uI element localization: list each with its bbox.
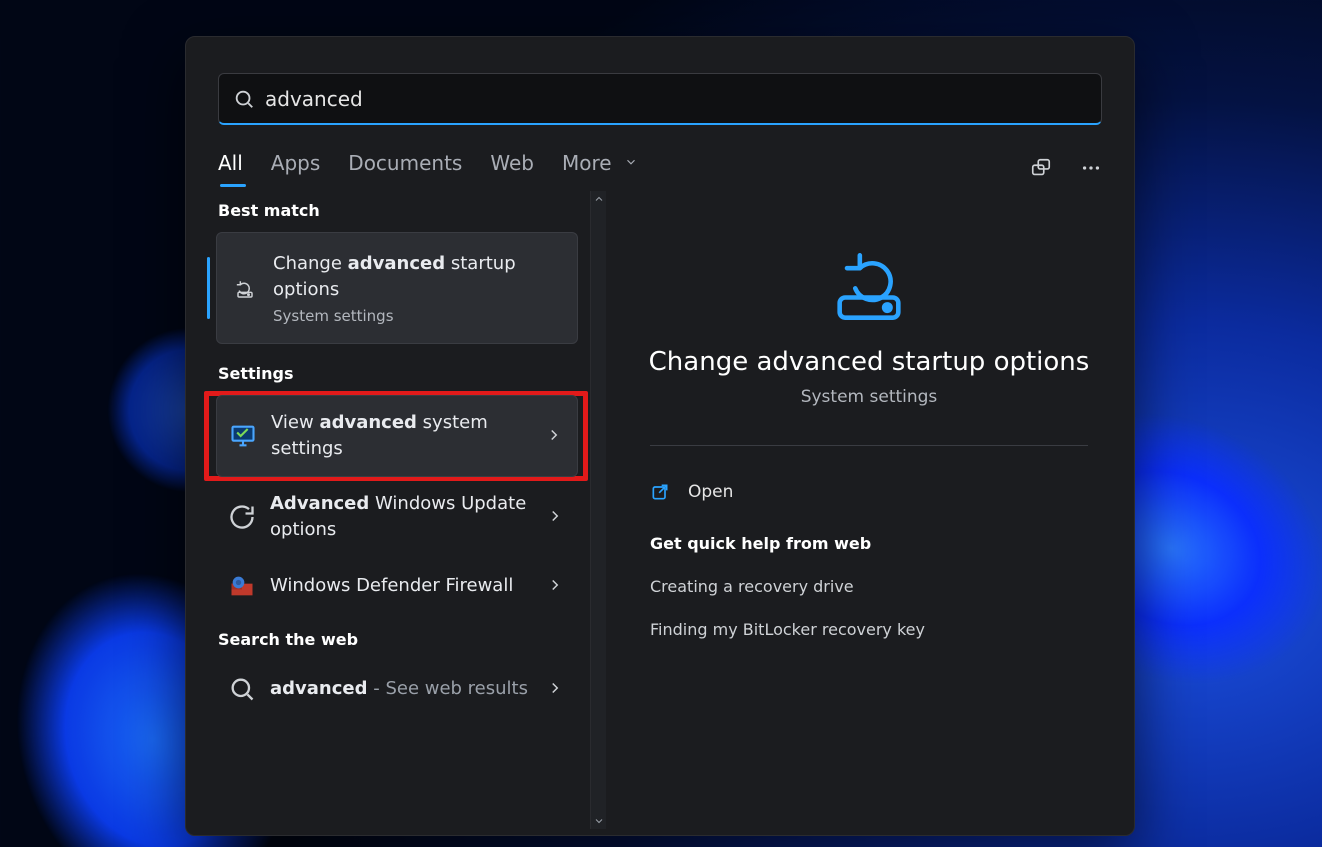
result-windows-defender-firewall[interactable]: Windows Defender Firewall bbox=[216, 558, 578, 614]
tab-apps[interactable]: Apps bbox=[271, 151, 321, 185]
result-title: advanced - See web results bbox=[270, 676, 532, 702]
monitor-icon bbox=[229, 422, 257, 450]
more-icon[interactable] bbox=[1080, 157, 1102, 179]
chevron-right-icon[interactable] bbox=[545, 426, 565, 446]
chevron-right-icon[interactable] bbox=[546, 507, 566, 527]
search-bar[interactable] bbox=[218, 73, 1102, 125]
tab-more[interactable]: More bbox=[562, 151, 638, 185]
search-icon bbox=[233, 88, 255, 110]
search-icon bbox=[228, 675, 256, 703]
chevron-right-icon[interactable] bbox=[546, 576, 566, 596]
scroll-down-button[interactable] bbox=[591, 813, 606, 829]
result-search-web-advanced[interactable]: advanced - See web results bbox=[216, 661, 578, 717]
start-search-flyout: All Apps Documents Web More bbox=[185, 36, 1135, 836]
section-settings: Settings bbox=[218, 364, 578, 383]
firewall-icon bbox=[228, 572, 256, 600]
chevron-down-icon bbox=[624, 150, 638, 174]
results-column: Best match Change advanced startup optio… bbox=[186, 191, 606, 829]
quick-link-recovery-drive[interactable]: Creating a recovery drive bbox=[650, 565, 1088, 608]
recovery-icon bbox=[814, 237, 924, 329]
result-view-advanced-system-settings[interactable]: View advanced system settings bbox=[216, 395, 578, 477]
tab-more-label: More bbox=[562, 151, 612, 175]
result-subtitle: System settings bbox=[273, 307, 563, 325]
result-best-match[interactable]: Change advanced startup options System s… bbox=[216, 232, 578, 344]
detail-pane: Change advanced startup options System s… bbox=[632, 191, 1106, 829]
chevron-right-icon[interactable] bbox=[546, 679, 566, 699]
section-search-web: Search the web bbox=[218, 630, 578, 649]
tab-documents[interactable]: Documents bbox=[348, 151, 462, 185]
tab-web[interactable]: Web bbox=[490, 151, 534, 185]
scrollbar-track[interactable] bbox=[590, 191, 606, 829]
detail-title: Change advanced startup options bbox=[642, 347, 1096, 377]
detail-subtitle: System settings bbox=[642, 387, 1096, 407]
tab-all[interactable]: All bbox=[218, 151, 243, 185]
recovery-icon bbox=[231, 274, 259, 302]
result-title: Change advanced startup options bbox=[273, 251, 563, 303]
result-title: Windows Defender Firewall bbox=[270, 573, 532, 599]
open-external-icon bbox=[650, 482, 670, 502]
result-advanced-windows-update[interactable]: Advanced Windows Update options bbox=[216, 477, 578, 557]
quick-link-bitlocker-key[interactable]: Finding my BitLocker recovery key bbox=[650, 608, 1088, 651]
tabs-row: All Apps Documents Web More bbox=[186, 143, 1134, 191]
result-title: Advanced Windows Update options bbox=[270, 491, 532, 543]
search-input[interactable] bbox=[265, 87, 1087, 111]
scroll-up-button[interactable] bbox=[591, 191, 606, 207]
quick-help-title: Get quick help from web bbox=[650, 534, 1088, 553]
detail-divider bbox=[650, 445, 1088, 446]
open-label: Open bbox=[688, 482, 733, 502]
result-title: View advanced system settings bbox=[271, 410, 531, 462]
chat-icon[interactable] bbox=[1030, 157, 1052, 179]
section-best-match: Best match bbox=[218, 201, 578, 220]
open-action[interactable]: Open bbox=[650, 472, 1088, 508]
refresh-icon bbox=[228, 503, 256, 531]
